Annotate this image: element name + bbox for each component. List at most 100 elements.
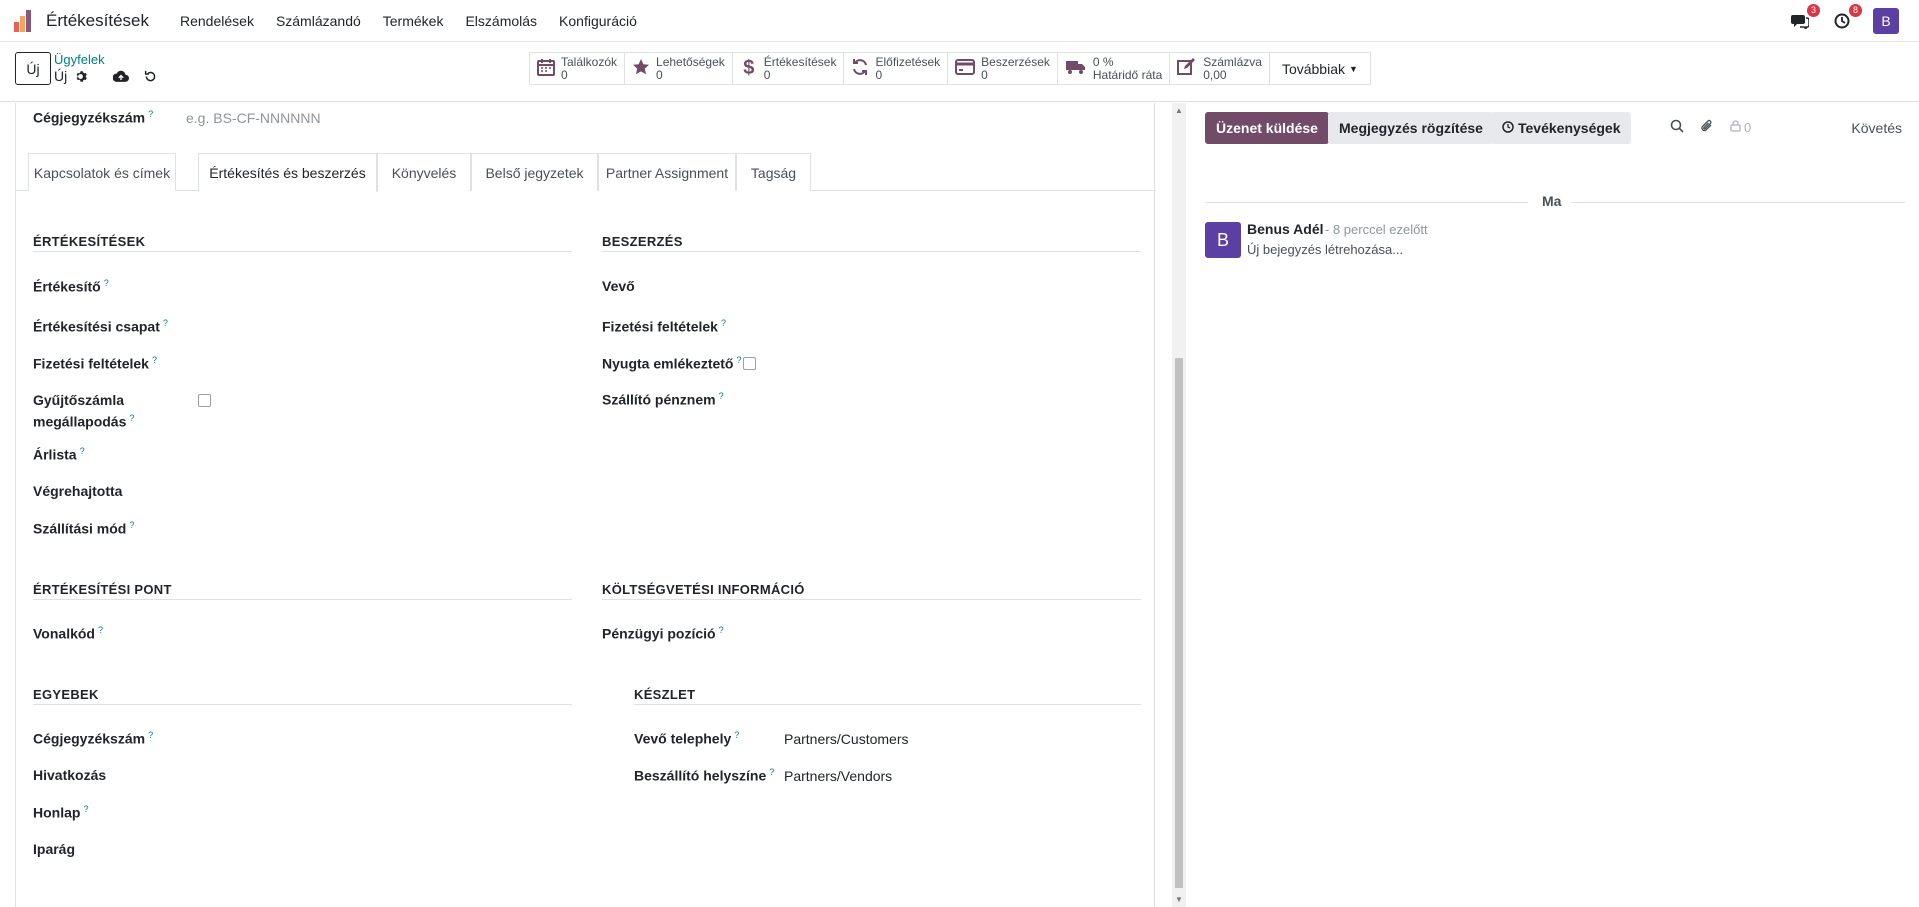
new-button[interactable]: Új [15, 52, 51, 85]
section-purchase-title: BESZERZÉS [602, 234, 683, 249]
cloud-upload-icon[interactable] [113, 68, 130, 84]
form-scrollbar[interactable]: ▲ ▼ [1172, 103, 1186, 907]
chat-badge: 3 [1806, 4, 1820, 17]
scroll-thumb[interactable] [1175, 358, 1183, 888]
activities-button[interactable]: Tevékenységek [1491, 112, 1632, 144]
smart-button-value: 0 [561, 67, 568, 82]
menu-item-reporting[interactable]: Elszámolás [465, 13, 537, 29]
smart-button-label: 0 % [1092, 54, 1114, 69]
sales-payment-terms-label: Fizetési feltételek? [33, 355, 157, 372]
smart-button-meetings[interactable]: Találkozók 0 [530, 53, 626, 84]
follow-button[interactable]: Követés [1851, 120, 1902, 136]
smart-button-sales[interactable]: $ Értékesítések 0 [733, 53, 845, 84]
consolidated-invoice-checkbox[interactable] [198, 394, 211, 407]
executed-by-label: Végrehajtotta [33, 483, 123, 499]
scroll-down-arrow-icon[interactable]: ▼ [1175, 895, 1183, 904]
more-label: Továbbiak [1281, 60, 1345, 77]
section-divider [602, 599, 1141, 600]
caret-down-icon: ▼ [1348, 63, 1358, 74]
truck-icon [1065, 59, 1087, 78]
salesperson-label: Értékesítő? [33, 278, 109, 295]
sales-team-label: Értékesítési csapat? [33, 318, 168, 335]
tab-accounting[interactable]: Könyvelés [377, 153, 471, 191]
edit-icon [1177, 58, 1197, 79]
smart-button-label: Előfizetések [875, 54, 941, 69]
customer-location-field[interactable]: Partners/Customers [784, 731, 908, 747]
smart-button-subscriptions[interactable]: Előfizetések 0 [844, 53, 949, 84]
smart-buttons-bar: Találkozók 0 Lehetőségek 0 $ Értékesítések… [529, 52, 1371, 85]
activity-clock-icon[interactable]: 8 [1831, 4, 1862, 32]
section-divider [634, 704, 1141, 705]
tab-partner-assignment[interactable]: Partner Assignment [598, 153, 736, 191]
log-note-button[interactable]: Megjegyzés rögzítése [1328, 112, 1494, 144]
gear-icon[interactable] [72, 68, 88, 84]
message-body: Új bejegyzés létrehozása... [1247, 242, 1404, 257]
form-sheet: Cégjegyzékszám? e.g. BS-CF-NNNNNN Kapcso… [15, 103, 1156, 907]
section-inventory-title: KÉSZLET [634, 687, 696, 702]
consolidated-invoice-label: Gyűjtőszámla [33, 392, 125, 408]
menu-item-products[interactable]: Termékek [383, 13, 444, 29]
section-divider [33, 599, 572, 600]
pricelist-label: Árlista? [33, 446, 85, 463]
date-separator-label: Ma [1542, 193, 1562, 209]
tab-membership[interactable]: Tagság [736, 153, 811, 191]
paperclip-icon[interactable] [1700, 119, 1714, 136]
menu-item-configuration[interactable]: Konfiguráció [559, 13, 637, 29]
smart-button-purchases[interactable]: Beszerzések 0 [948, 53, 1058, 84]
smart-button-value: 0 [656, 67, 663, 82]
control-panel: Új Ügyfelek Új Találkozók 0 Lehetőségek 0 … [0, 42, 1919, 102]
menu-item-orders[interactable]: Rendelések [180, 13, 254, 29]
customer-location-label: Vevő telephely? [634, 730, 740, 747]
calendar-icon [537, 58, 555, 79]
activity-badge: 8 [1848, 4, 1862, 17]
tab-internal-notes[interactable]: Belső jegyzetek [471, 153, 598, 191]
section-sales-title: ÉRTÉKESÍTÉSEK [33, 234, 146, 249]
record-name: Új [54, 68, 68, 84]
scroll-up-arrow-icon[interactable]: ▲ [1175, 106, 1183, 115]
receipt-reminder-checkbox[interactable] [743, 357, 756, 370]
menu-item-to-invoice[interactable]: Számlázandó [276, 13, 361, 29]
chatter-panel: Üzenet küldése Megjegyzés rögzítése Tevé… [1186, 103, 1919, 907]
section-pos-title: ÉRTÉKESÍTÉSI PONT [33, 582, 172, 597]
company-registry-input[interactable]: e.g. BS-CF-NNNNNN [186, 110, 321, 126]
smart-button-label: Találkozók [561, 54, 618, 69]
smart-button-value: 0,00 [1203, 67, 1227, 82]
search-icon[interactable] [1670, 119, 1684, 136]
smart-button-opportunities[interactable]: Lehetőségek 0 [625, 53, 733, 84]
notebook-tabs: Kapcsolatok és címek Értékesítés és besz… [16, 153, 1156, 192]
tab-sales-purchase[interactable]: Értékesítés és beszerzés [198, 153, 377, 192]
consolidated-invoice-label-line2: megállapodás? [33, 413, 135, 430]
company-registry-label: Cégjegyzékszám? [33, 109, 154, 126]
smart-button-label: Beszerzések [981, 54, 1050, 69]
message-author-name[interactable]: Benus Adél [1247, 221, 1324, 237]
star-icon [632, 58, 650, 79]
smart-button-on-time-rate[interactable]: 0 % Határidő ráta [1058, 53, 1171, 84]
smart-button-label: Számlázva [1203, 54, 1262, 69]
industry-label: Iparág [33, 841, 76, 857]
message-author-avatar[interactable]: B [1205, 222, 1241, 258]
receipt-reminder-label: Nyugta emlékeztető? [602, 355, 742, 372]
refresh-icon [851, 58, 869, 79]
breadcrumb-customers[interactable]: Ügyfelek [54, 52, 105, 67]
supplier-currency-label: Szállító pénznem? [602, 391, 724, 408]
send-message-button[interactable]: Üzenet küldése [1205, 112, 1329, 144]
app-logo-icon[interactable] [14, 9, 36, 32]
activities-label: Tevékenységek [1518, 120, 1621, 136]
user-avatar[interactable]: B [1873, 8, 1899, 34]
app-name[interactable]: Értékesítések [46, 11, 149, 31]
smart-button-label: Értékesítések [763, 54, 837, 69]
more-dropdown-button[interactable]: Továbbiak ▼ [1270, 53, 1370, 84]
tab-contacts-addresses[interactable]: Kapcsolatok és címek [28, 153, 176, 191]
discard-undo-icon[interactable] [142, 68, 158, 84]
followers-button[interactable]: 0 [1730, 120, 1751, 135]
vendor-location-label: Beszállító helyszíne? [634, 767, 775, 784]
section-divider [602, 251, 1141, 252]
form-view: Cégjegyzékszám? e.g. BS-CF-NNNNNN Kapcso… [0, 103, 1172, 907]
buyer-label: Vevő [602, 278, 635, 294]
chat-icon[interactable]: 3 [1789, 4, 1820, 32]
vendor-location-field[interactable]: Partners/Vendors [784, 768, 892, 784]
smart-button-invoiced[interactable]: Számlázva 0,00 [1170, 53, 1270, 84]
smart-button-value: 0 [763, 67, 771, 82]
delivery-method-label: Szállítási mód? [33, 520, 135, 537]
section-divider [33, 704, 572, 705]
